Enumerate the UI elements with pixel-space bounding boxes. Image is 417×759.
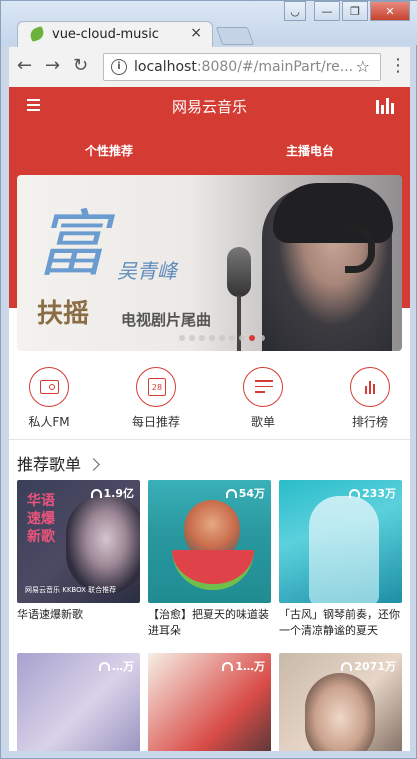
browser-tab[interactable]: vue-cloud-music × (17, 21, 213, 47)
playlist-cover: 233万 (279, 480, 402, 603)
forward-icon[interactable]: → (45, 55, 60, 76)
address-text[interactable]: localhost:8080/#/mainPart/re... (134, 59, 354, 75)
playlist-card[interactable]: 54万 【治愈】把夏天的味道装进耳朵 (148, 480, 271, 639)
cover-face-image (66, 494, 140, 594)
cover-logo: 网易云音乐 KKBOX 联合推荐 (25, 586, 117, 594)
quick-link-fm[interactable]: 私人FM (9, 367, 89, 430)
minimize-button[interactable]: — (314, 1, 340, 21)
now-playing-icon[interactable] (376, 98, 394, 114)
headphones-icon (90, 488, 102, 498)
cover-face-image (305, 673, 375, 751)
cover-girl-image (309, 496, 379, 603)
address-bar[interactable]: i localhost:8080/#/mainPart/re... ☆ (103, 53, 381, 81)
bookmark-star-icon[interactable]: ☆ (356, 57, 370, 76)
reload-icon[interactable]: ↻ (73, 55, 88, 76)
quick-link-label: 歌单 (250, 415, 275, 429)
quick-links: 私人FM 28 每日推荐 歌单 排行榜 (9, 361, 410, 439)
banner-big-char: 富 (35, 202, 108, 286)
play-count: 54万 (225, 485, 265, 501)
rank-icon (350, 367, 390, 407)
tab-bar: 个性推荐 主播电台 (9, 127, 410, 173)
radio-icon (29, 367, 69, 407)
carousel-dot[interactable] (189, 335, 195, 341)
playlist-card[interactable]: 2071万 (279, 653, 402, 751)
headphones-icon (225, 488, 237, 498)
playlist-cover: 2071万 (279, 653, 402, 751)
banner-title: 扶摇 (37, 299, 90, 329)
section-title-text: 推荐歌单 (17, 455, 82, 474)
carousel-dots[interactable] (179, 335, 265, 341)
playlist-card[interactable]: 1…万 (148, 653, 271, 751)
app-header: 网易云音乐 (9, 87, 410, 127)
banner-carousel[interactable]: 富 吴青峰 扶摇 电视剧片尾曲 (17, 175, 402, 351)
section-title[interactable]: 推荐歌单 (17, 451, 100, 475)
mic-stand-image (237, 295, 241, 351)
browser-window: vue-cloud-music × ◡ — ❐ ✕ ← → ↻ i localh… (0, 0, 417, 759)
divider (9, 439, 410, 440)
browser-toolbar: ← → ↻ i localhost:8080/#/mainPart/re... … (9, 47, 410, 87)
calendar-icon: 28 (136, 367, 176, 407)
cover-text: 华语 速爆 新歌 (27, 493, 55, 545)
tab-title: vue-cloud-music (52, 27, 159, 42)
tab-recommend[interactable]: 个性推荐 (85, 142, 133, 159)
window-controls: ◡ — ❐ ✕ (282, 1, 410, 21)
carousel-dot[interactable] (249, 335, 255, 341)
close-window-button[interactable]: ✕ (370, 1, 410, 21)
quick-link-label: 排行榜 (351, 415, 388, 429)
playlist-cover: …万 (17, 653, 140, 751)
carousel-dot[interactable] (239, 335, 245, 341)
banner-signature: 吴青峰 (117, 259, 177, 283)
carousel-dot[interactable] (179, 335, 185, 341)
carousel-dot[interactable] (199, 335, 205, 341)
vue-logo-icon (28, 25, 46, 43)
playlist-card[interactable]: …万 (17, 653, 140, 751)
singer-hair-image (273, 183, 393, 243)
app-title: 网易云音乐 (171, 98, 247, 116)
cover-watermelon-image (172, 550, 254, 590)
quick-link-playlist[interactable]: 歌单 (223, 367, 303, 430)
playlist-card[interactable]: 233万 「古风」钢琴前奏，还你一个清凉静谧的夏天 (279, 480, 402, 639)
app-page: 网易云音乐 个性推荐 主播电台 富 吴青峰 扶摇 电视剧片尾曲 私人FM 28 … (9, 87, 410, 751)
banner-subtitle: 电视剧片尾曲 (121, 311, 212, 329)
browser-menu-icon[interactable]: ⋮ (389, 55, 407, 76)
carousel-dot[interactable] (209, 335, 215, 341)
new-tab-button[interactable] (215, 27, 255, 45)
play-count: 233万 (349, 485, 396, 501)
carousel-dot[interactable] (219, 335, 225, 341)
info-icon[interactable]: i (111, 59, 127, 75)
back-icon[interactable]: ← (17, 55, 32, 76)
playlist-icon (243, 367, 283, 407)
headphones-icon (222, 661, 234, 671)
playlist-caption[interactable]: 华语速爆新歌 (17, 607, 140, 639)
quick-link-rank[interactable]: 排行榜 (330, 367, 410, 430)
play-count: 2071万 (341, 658, 396, 674)
browser-titlebar: vue-cloud-music × ◡ — ❐ ✕ (1, 1, 417, 47)
play-count: …万 (99, 658, 134, 674)
maximize-button[interactable]: ❐ (342, 1, 368, 21)
tab-radio[interactable]: 主播电台 (286, 142, 334, 159)
carousel-dot[interactable] (229, 335, 235, 341)
playlist-card[interactable]: 华语 速爆 新歌 网易云音乐 KKBOX 联合推荐 1.9亿 华语速爆新歌 (17, 480, 140, 639)
headphones-icon (99, 661, 110, 671)
play-count: 1…万 (222, 658, 265, 674)
playlist-cover: 1…万 (148, 653, 271, 751)
carousel-dot[interactable] (259, 335, 265, 341)
playlist-caption[interactable]: 【治愈】把夏天的味道装进耳朵 (148, 607, 271, 639)
user-icon[interactable]: ◡ (284, 1, 306, 21)
playlist-cover: 华语 速爆 新歌 网易云音乐 KKBOX 联合推荐 1.9亿 (17, 480, 140, 603)
quick-link-label: 每日推荐 (131, 415, 180, 429)
play-count: 1.9亿 (90, 485, 134, 501)
quick-link-daily[interactable]: 28 每日推荐 (116, 367, 196, 430)
tab-close-icon[interactable]: × (190, 25, 202, 41)
quick-link-label: 私人FM (28, 415, 70, 429)
headphones-icon (349, 488, 361, 498)
chevron-right-icon (87, 458, 100, 471)
playlist-caption[interactable]: 「古风」钢琴前奏，还你一个清凉静谧的夏天 (279, 607, 402, 639)
playlist-cover: 54万 (148, 480, 271, 603)
microphone-image (227, 247, 251, 297)
headphones-icon (341, 661, 353, 671)
